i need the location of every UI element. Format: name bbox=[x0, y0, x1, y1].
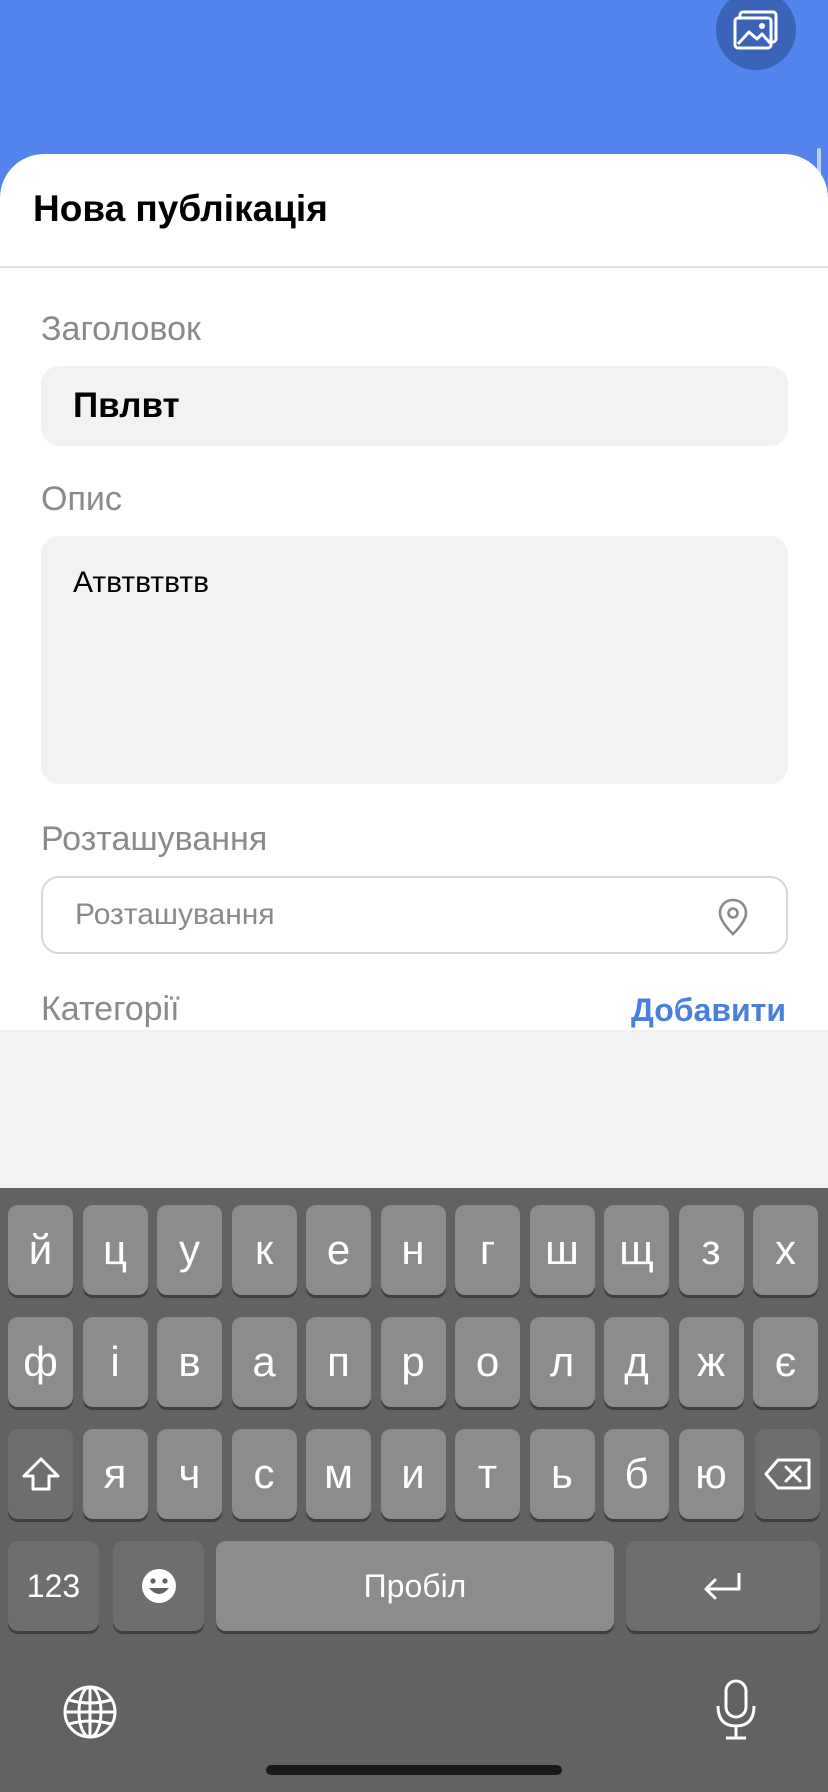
key-г[interactable]: г bbox=[455, 1205, 520, 1295]
key-м[interactable]: м bbox=[306, 1429, 371, 1519]
key-в[interactable]: в bbox=[157, 1317, 222, 1407]
space-key[interactable]: Пробіл bbox=[216, 1541, 614, 1631]
globe-icon[interactable] bbox=[62, 1684, 118, 1740]
key-о[interactable]: о bbox=[455, 1317, 520, 1407]
key-к[interactable]: к bbox=[231, 1205, 297, 1295]
key-я[interactable]: я bbox=[82, 1429, 148, 1519]
location-placeholder: Розташування bbox=[75, 898, 275, 931]
shift-icon bbox=[22, 1457, 59, 1491]
key-р[interactable]: р bbox=[380, 1317, 446, 1407]
sheet-title: Нова публікація bbox=[33, 188, 328, 229]
key-с[interactable]: с bbox=[231, 1429, 297, 1519]
add-category-button[interactable]: Добавити bbox=[631, 992, 786, 1029]
key-д[interactable]: д bbox=[604, 1317, 669, 1407]
title-label: Заголовок bbox=[41, 310, 201, 348]
description-textarea[interactable]: Атвтвтвтв bbox=[41, 536, 788, 784]
key-т[interactable]: т bbox=[455, 1429, 520, 1519]
key-ь[interactable]: ь bbox=[529, 1429, 595, 1519]
backspace-key[interactable] bbox=[755, 1429, 820, 1519]
key-ю[interactable]: ю bbox=[678, 1429, 744, 1519]
key-б[interactable]: б bbox=[604, 1429, 669, 1519]
key-и[interactable]: и bbox=[380, 1429, 446, 1519]
title-input[interactable]: Пвлвт bbox=[41, 366, 788, 446]
new-post-sheet: Нова публікація Заголовок Пвлвт Опис Атв… bbox=[0, 154, 828, 1030]
microphone-icon[interactable] bbox=[712, 1678, 760, 1742]
key-і[interactable]: і bbox=[82, 1317, 148, 1407]
emoji-key[interactable] bbox=[113, 1541, 204, 1631]
key-ш[interactable]: ш bbox=[529, 1205, 595, 1295]
shift-key[interactable] bbox=[8, 1429, 73, 1519]
location-label: Розташування bbox=[41, 820, 268, 858]
location-pin-icon[interactable] bbox=[718, 898, 748, 936]
categories-label: Категорії bbox=[41, 990, 180, 1028]
key-н[interactable]: н bbox=[380, 1205, 446, 1295]
key-у[interactable]: у bbox=[157, 1205, 222, 1295]
return-icon bbox=[704, 1573, 741, 1600]
image-icon bbox=[733, 10, 778, 50]
return-key[interactable] bbox=[626, 1541, 820, 1631]
location-input[interactable]: Розташування bbox=[41, 876, 788, 954]
emoji-icon bbox=[141, 1569, 176, 1603]
divider bbox=[0, 266, 828, 268]
numbers-key[interactable]: 123 bbox=[8, 1541, 99, 1631]
key-ф[interactable]: ф bbox=[8, 1317, 73, 1407]
key-х[interactable]: х bbox=[753, 1205, 818, 1295]
key-п[interactable]: п bbox=[306, 1317, 371, 1407]
key-а[interactable]: а bbox=[231, 1317, 297, 1407]
key-й[interactable]: й bbox=[8, 1205, 73, 1295]
key-ж[interactable]: ж bbox=[678, 1317, 744, 1407]
backspace-icon bbox=[764, 1458, 810, 1490]
description-label: Опис bbox=[41, 480, 122, 518]
key-ч[interactable]: ч bbox=[157, 1429, 222, 1519]
key-щ[interactable]: щ bbox=[604, 1205, 669, 1295]
home-indicator[interactable] bbox=[266, 1765, 562, 1775]
key-е[interactable]: е bbox=[306, 1205, 371, 1295]
key-л[interactable]: л bbox=[529, 1317, 595, 1407]
key-з[interactable]: з bbox=[678, 1205, 744, 1295]
key-є[interactable]: є bbox=[753, 1317, 818, 1407]
key-ц[interactable]: ц bbox=[82, 1205, 148, 1295]
